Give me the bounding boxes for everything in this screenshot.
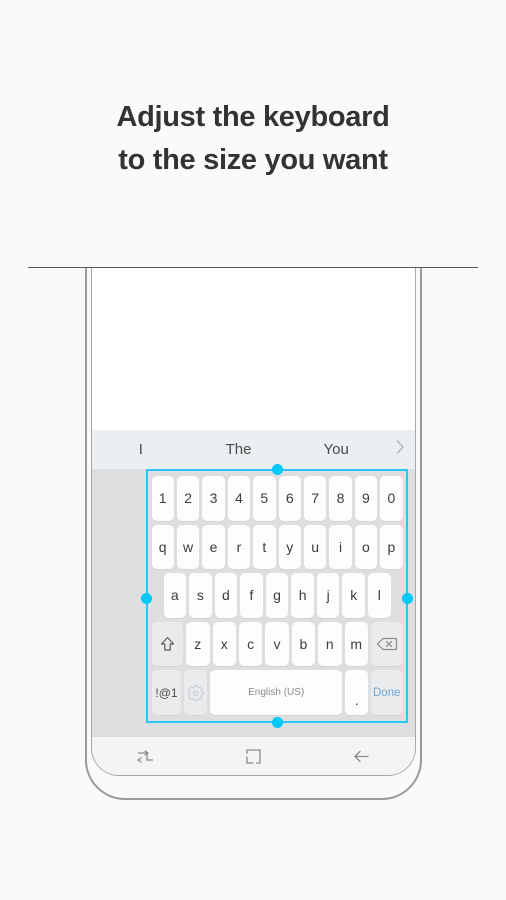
recents-icon[interactable] xyxy=(92,737,200,775)
page-title-line-2: to the size you want xyxy=(118,144,388,176)
suggestion-item-3[interactable]: You xyxy=(287,441,385,458)
resize-handle-right[interactable] xyxy=(402,593,413,604)
suggestion-item-2[interactable]: The xyxy=(190,441,288,458)
app-content-area xyxy=(92,268,415,430)
suggestion-item-1[interactable]: I xyxy=(92,441,190,458)
home-square-icon[interactable] xyxy=(200,737,308,775)
resize-handle-bottom[interactable] xyxy=(272,717,283,728)
chevron-right-icon[interactable] xyxy=(385,440,415,459)
resize-handle-top[interactable] xyxy=(272,464,283,475)
resize-handle-left[interactable] xyxy=(141,593,152,604)
promo-screenshot: Adjust the keyboard to the size you want… xyxy=(0,0,506,900)
suggestion-bar: I The You xyxy=(92,430,415,469)
back-arrow-icon[interactable] xyxy=(307,737,415,775)
page-title: Adjust the keyboard to the size you want xyxy=(0,96,506,182)
page-title-line-1: Adjust the keyboard xyxy=(116,101,390,133)
system-navigation-bar xyxy=(92,737,415,775)
keyboard-resize-frame[interactable] xyxy=(146,469,408,723)
